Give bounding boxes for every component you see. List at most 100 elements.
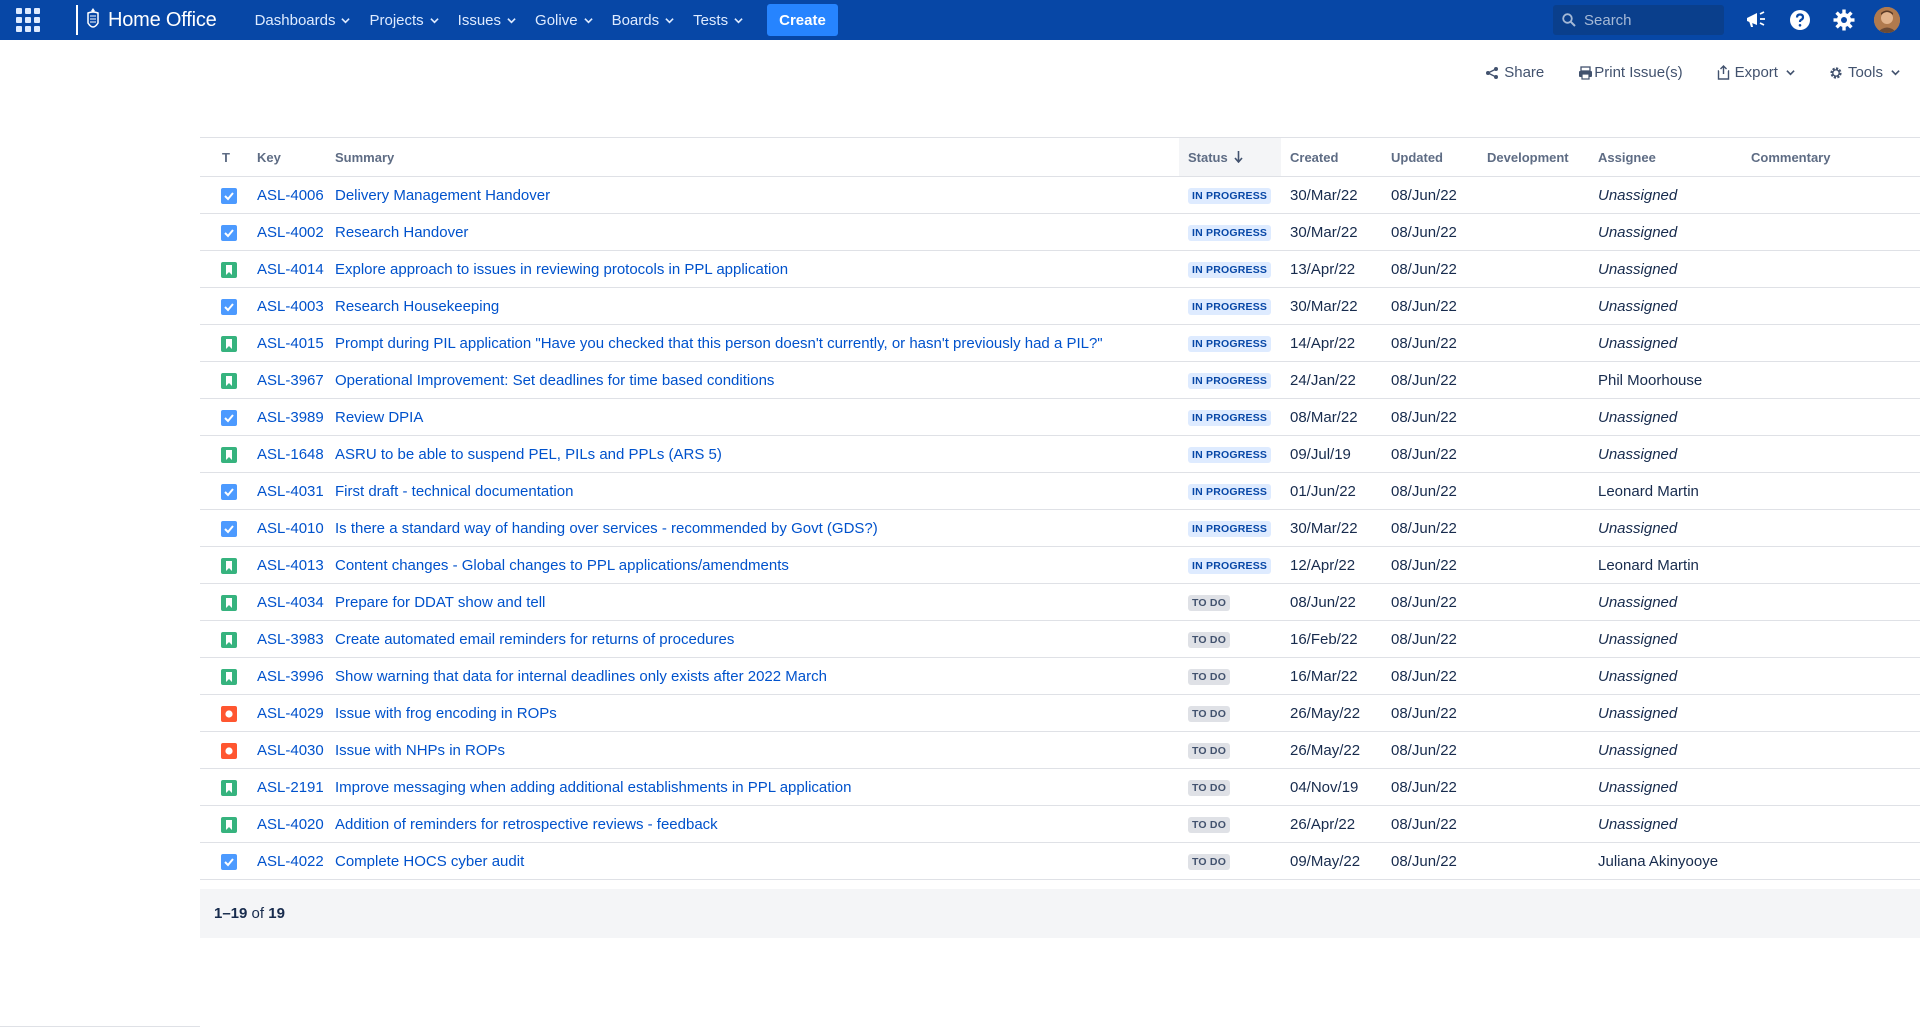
issue-summary-link[interactable]: Review DPIA — [335, 409, 423, 426]
sort-descending-icon — [1234, 150, 1243, 163]
issue-key-link[interactable]: ASL-4013 — [257, 557, 324, 574]
issue-key-link[interactable]: ASL-3983 — [257, 631, 324, 648]
nav-dashboards[interactable]: Dashboards — [255, 12, 351, 29]
column-header-created[interactable]: Created — [1281, 137, 1382, 177]
bookmark-story-icon — [221, 261, 237, 278]
nav-projects[interactable]: Projects — [369, 12, 439, 29]
nav-tests[interactable]: Tests — [693, 12, 743, 29]
issue-summary-link[interactable]: Improve messaging when adding additional… — [335, 779, 851, 796]
issue-summary-link[interactable]: Issue with NHPs in ROPs — [335, 742, 505, 759]
table-row[interactable]: ASL-4031 First draft - technical document… — [200, 472, 1920, 510]
issue-table: T Key Summary Status Created Updated Dev… — [200, 137, 1920, 880]
issue-summary-link[interactable]: Operational Improvement: Set deadlines f… — [335, 372, 774, 389]
column-header-status[interactable]: Status — [1179, 137, 1281, 177]
issue-key-link[interactable]: ASL-4003 — [257, 298, 324, 315]
issue-key-link[interactable]: ASL-4002 — [257, 224, 324, 241]
assignee-cell: Unassigned — [1589, 805, 1742, 843]
issue-summary-link[interactable]: Content changes - Global changes to PPL … — [335, 557, 789, 574]
table-row[interactable]: ASL-4003 Research Housekeeping IN PROGRESS… — [200, 287, 1920, 325]
summary-cell: Review DPIA — [326, 398, 1179, 436]
issue-key-link[interactable]: ASL-3996 — [257, 668, 324, 685]
development-cell — [1478, 657, 1589, 695]
key-cell: ASL-4015 — [248, 324, 326, 362]
print-issues-button[interactable]: Print Issue(s) — [1578, 64, 1683, 81]
table-row[interactable]: ASL-4013 Content changes - Global changes… — [200, 546, 1920, 584]
table-row[interactable]: ASL-4010 Is there a standard way of handi… — [200, 509, 1920, 547]
nav-issues[interactable]: Issues — [458, 12, 516, 29]
table-row[interactable]: ASL-4034 Prepare for DDAT show and tell TO… — [200, 583, 1920, 621]
column-header-commentary[interactable]: Commentary — [1742, 137, 1920, 177]
issue-key-link[interactable]: ASL-3989 — [257, 409, 324, 426]
column-header-key[interactable]: Key — [248, 137, 326, 177]
created-cell: 09/Jul/19 — [1281, 435, 1382, 473]
issue-key-link[interactable]: ASL-3967 — [257, 372, 324, 389]
table-row[interactable]: ASL-3983 Create automated email reminders… — [200, 620, 1920, 658]
tools-dropdown[interactable]: Tools — [1829, 64, 1900, 81]
table-row[interactable]: ASL-4020 Addition of reminders for retros… — [200, 805, 1920, 843]
table-row[interactable]: ASL-4022 Complete HOCS cyber audit TO DO 09… — [200, 842, 1920, 880]
issue-summary-link[interactable]: First draft - technical documentation — [335, 483, 573, 500]
crest-icon — [87, 8, 99, 28]
column-header-summary[interactable]: Summary — [326, 137, 1179, 177]
issue-summary-link[interactable]: Show warning that data for internal dead… — [335, 668, 827, 685]
table-row[interactable]: ASL-1648 ASRU to be able to suspend PEL, … — [200, 435, 1920, 473]
table-row[interactable]: ASL-4030 Issue with NHPs in ROPs TO DO 26/M… — [200, 731, 1920, 769]
search-input[interactable] — [1584, 11, 1714, 29]
search-box[interactable] — [1553, 5, 1724, 35]
issue-summary-link[interactable]: ASRU to be able to suspend PEL, PILs and… — [335, 446, 722, 463]
column-header-development[interactable]: Development — [1478, 137, 1589, 177]
issue-key-link[interactable]: ASL-4030 — [257, 742, 324, 759]
issue-summary-link[interactable]: Prompt during PIL application "Have you … — [335, 335, 1103, 352]
issue-key-link[interactable]: ASL-2191 — [257, 779, 324, 796]
commentary-cell — [1742, 509, 1920, 547]
nav-boards[interactable]: Boards — [612, 12, 675, 29]
issue-summary-link[interactable]: Delivery Management Handover — [335, 187, 550, 204]
table-row[interactable]: ASL-4002 Research Handover IN PROGRESS 30/M… — [200, 213, 1920, 251]
issue-key-link[interactable]: ASL-4029 — [257, 705, 324, 722]
table-row[interactable]: ASL-4015 Prompt during PIL application "H… — [200, 324, 1920, 362]
type-cell — [200, 324, 248, 362]
created-cell: 30/Mar/22 — [1281, 509, 1382, 547]
user-avatar[interactable] — [1874, 7, 1900, 33]
table-row[interactable]: ASL-4029 Issue with frog encoding in ROPs… — [200, 694, 1920, 732]
issue-key-link[interactable]: ASL-4015 — [257, 335, 324, 352]
issue-key-link[interactable]: ASL-4010 — [257, 520, 324, 537]
share-button[interactable]: Share — [1485, 64, 1544, 81]
issue-key-link[interactable]: ASL-4020 — [257, 816, 324, 833]
issue-key-link[interactable]: ASL-4022 — [257, 853, 324, 870]
settings-gear-icon[interactable] — [1832, 8, 1856, 32]
issue-summary-link[interactable]: Prepare for DDAT show and tell — [335, 594, 545, 611]
issue-key-link[interactable]: ASL-4014 — [257, 261, 324, 278]
help-icon[interactable] — [1788, 8, 1812, 32]
development-cell — [1478, 435, 1589, 473]
table-row[interactable]: ASL-4006 Delivery Management Handover IN P… — [200, 176, 1920, 214]
issue-key-link[interactable]: ASL-4006 — [257, 187, 324, 204]
table-row[interactable]: ASL-4014 Explore approach to issues in re… — [200, 250, 1920, 288]
app-switcher-icon[interactable] — [14, 6, 42, 34]
issue-summary-link[interactable]: Research Housekeeping — [335, 298, 499, 315]
issue-summary-link[interactable]: Create automated email reminders for ret… — [335, 631, 734, 648]
export-dropdown[interactable]: Export — [1717, 64, 1795, 81]
checkbox-task-icon — [221, 483, 237, 500]
column-header-updated[interactable]: Updated — [1382, 137, 1478, 177]
issue-summary-link[interactable]: Is there a standard way of handing over … — [335, 520, 878, 537]
table-row[interactable]: ASL-3996 Show warning that data for inter… — [200, 657, 1920, 695]
issue-summary-link[interactable]: Explore approach to issues in reviewing … — [335, 261, 788, 278]
issue-summary-link[interactable]: Addition of reminders for retrospective … — [335, 816, 718, 833]
table-row[interactable]: ASL-3989 Review DPIA IN PROGRESS 08/Mar/22 0… — [200, 398, 1920, 436]
column-header-type[interactable]: T — [200, 137, 248, 177]
home-office-logo[interactable]: Home Office — [76, 0, 217, 40]
summary-cell: Operational Improvement: Set deadlines f… — [326, 361, 1179, 399]
issue-summary-link[interactable]: Complete HOCS cyber audit — [335, 853, 524, 870]
issue-key-link[interactable]: ASL-4031 — [257, 483, 324, 500]
create-button[interactable]: Create — [767, 4, 838, 36]
table-row[interactable]: ASL-2191 Improve messaging when adding ad… — [200, 768, 1920, 806]
column-header-assignee[interactable]: Assignee — [1589, 137, 1742, 177]
issue-summary-link[interactable]: Research Handover — [335, 224, 468, 241]
issue-summary-link[interactable]: Issue with frog encoding in ROPs — [335, 705, 557, 722]
table-row[interactable]: ASL-3967 Operational Improvement: Set dea… — [200, 361, 1920, 399]
nav-golive[interactable]: Golive — [535, 12, 593, 29]
megaphone-icon[interactable] — [1744, 8, 1768, 32]
issue-key-link[interactable]: ASL-1648 — [257, 446, 324, 463]
issue-key-link[interactable]: ASL-4034 — [257, 594, 324, 611]
